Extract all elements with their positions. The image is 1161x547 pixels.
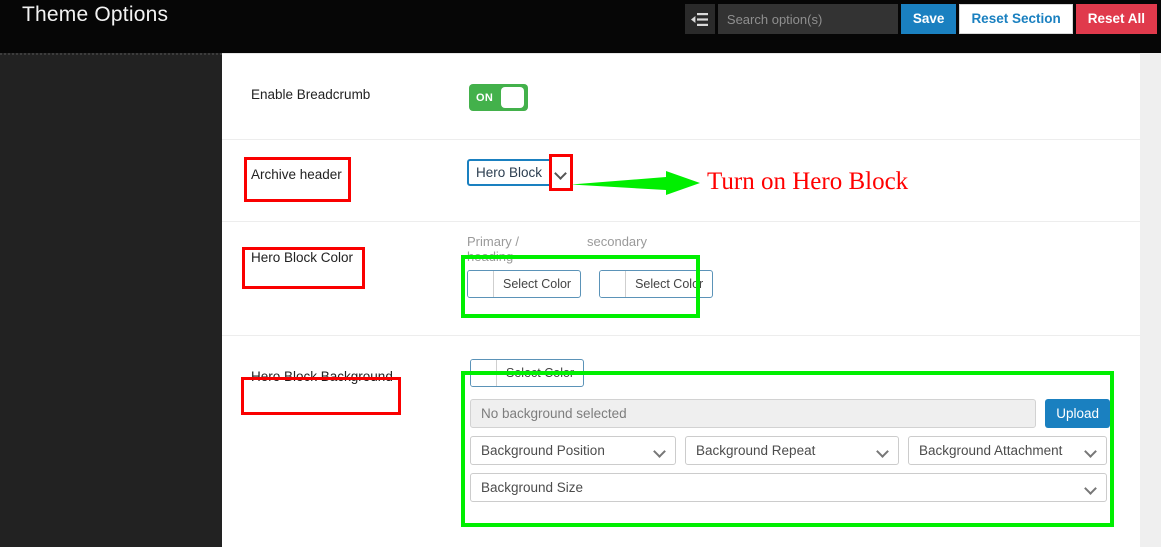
primary-select-color-label: Select Color [503,277,572,291]
page-title: Theme Options [22,3,169,26]
app-window: Theme Options Save Reset Section Reset A… [0,0,1161,547]
secondary-select-color-button[interactable]: Select Color [599,270,714,298]
background-select-color-label: Select Color [506,366,575,380]
background-select-color-button[interactable]: Select Color [470,359,585,387]
toggle-knob [501,87,524,108]
top-toolbar: Save Reset Section Reset All [684,3,1157,35]
background-selects-row: Background Position Background Repeat Ba… [470,436,1110,465]
chevron-down-icon [1086,484,1097,491]
chevron-down-icon [655,447,666,454]
background-color-swatch [471,360,497,386]
row-hero-block-color: Hero Block Color Primary / heading secon… [222,222,1140,336]
search-input[interactable] [717,4,898,34]
chevron-down-icon[interactable] [556,169,567,176]
background-upload-row: No background selected Upload [470,399,1110,428]
background-position-select[interactable]: Background Position [470,436,676,465]
row-enable-breadcrumb: Enable Breadcrumb ON [222,54,1140,140]
upload-button[interactable]: Upload [1045,399,1110,428]
background-file-field[interactable]: No background selected [470,399,1037,428]
background-repeat-value: Background Repeat [696,443,816,458]
right-gutter [1140,53,1161,547]
chevron-down-icon [878,447,889,454]
row-label-enable-breadcrumb: Enable Breadcrumb [251,87,371,102]
hero-color-caption-primary: Primary / heading [467,234,519,264]
primary-color-swatch [468,271,494,297]
secondary-color-swatch [600,271,627,297]
sidebar[interactable] [0,53,222,547]
annotation-callout-text: Turn on Hero Block [707,168,909,195]
background-repeat-select[interactable]: Background Repeat [685,436,899,465]
options-panel: Enable Breadcrumb ON Archive header Hero… [222,53,1140,547]
archive-header-select-value: Hero Block [476,165,543,180]
list-indent-icon-glyph [691,12,709,26]
toggle-state-label: ON [476,91,494,104]
top-bar: Theme Options Save Reset Section Reset A… [0,0,1161,53]
background-size-value: Background Size [481,480,584,495]
background-attachment-select[interactable]: Background Attachment [908,436,1107,465]
chevron-down-icon [1086,447,1097,454]
primary-select-color-button[interactable]: Select Color [467,270,582,298]
background-attachment-value: Background Attachment [919,443,1063,458]
archive-header-select[interactable]: Hero Block [467,159,555,186]
reset-all-button[interactable]: Reset All [1075,4,1157,34]
reset-section-button[interactable]: Reset Section [959,4,1073,34]
select-chevron-highlight [549,154,573,191]
background-position-value: Background Position [481,443,605,458]
hero-color-caption-secondary: secondary [587,234,647,249]
hero-color-group: Primary / heading secondary Select Color… [467,234,714,298]
annotation-arrow [571,171,700,195]
hero-background-group: Select Color No background selected Uplo… [470,359,1110,502]
row-label-hero-block-background: Hero Block Background [251,369,393,384]
list-indent-icon[interactable] [684,4,715,34]
row-hero-block-background: Hero Block Background Select Color No ba… [222,336,1140,547]
secondary-select-color-label: Select Color [635,277,704,291]
background-size-select[interactable]: Background Size [470,473,1107,502]
row-label-hero-block-color: Hero Block Color [251,250,354,265]
enable-breadcrumb-toggle[interactable]: ON [469,84,528,111]
row-label-archive-header: Archive header [251,167,342,182]
save-button[interactable]: Save [900,4,957,34]
